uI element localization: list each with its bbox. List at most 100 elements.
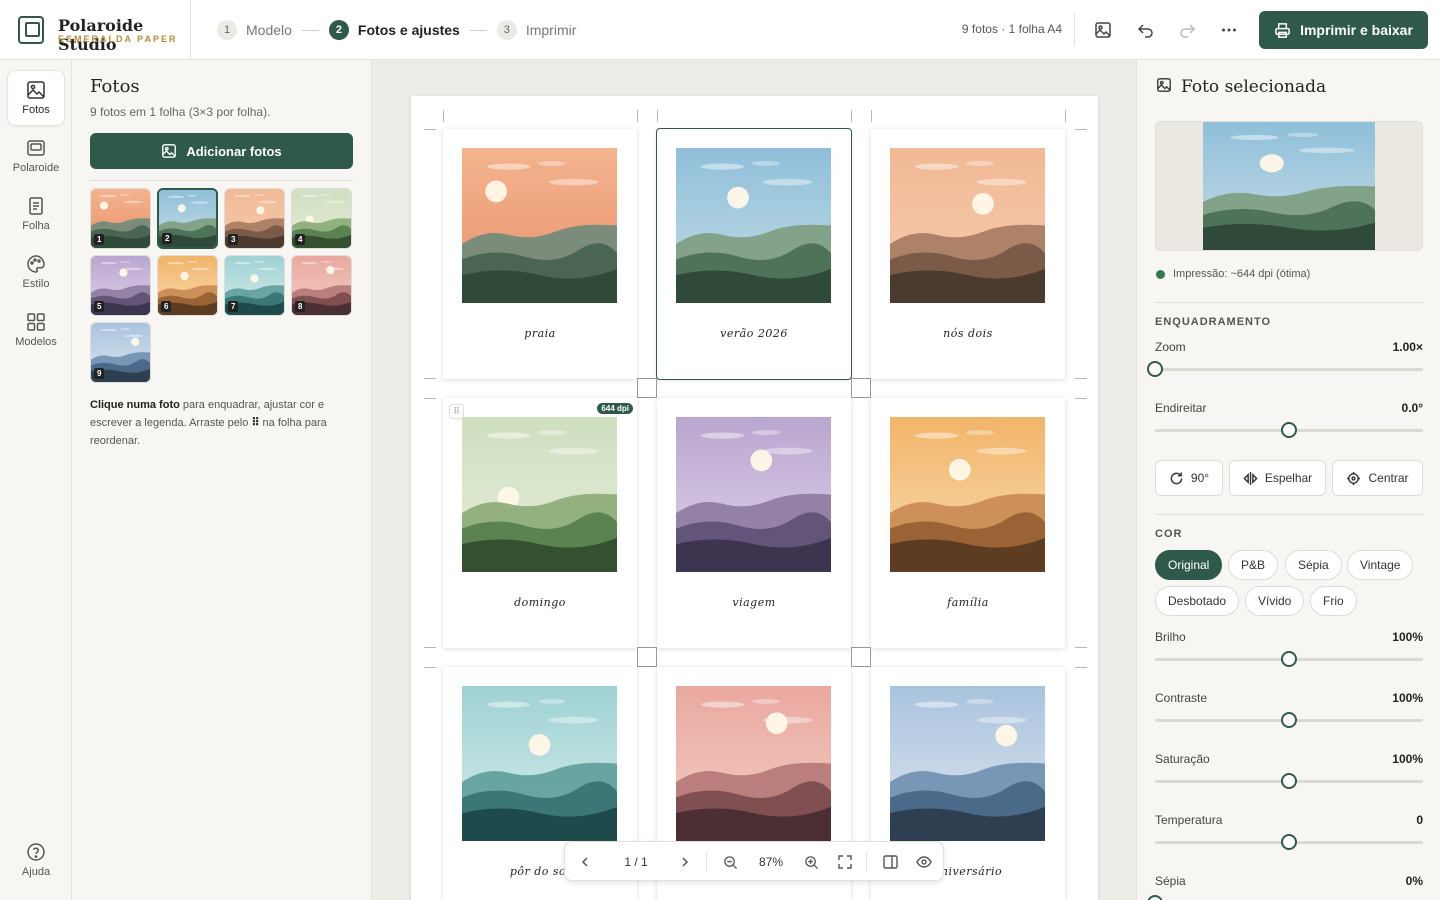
- rail-label: Ajuda: [21, 866, 51, 878]
- thumbnail-number: 8: [295, 301, 306, 312]
- crop-mark: [424, 129, 436, 130]
- crop-mark: [424, 398, 436, 399]
- thumbnail-number: 6: [161, 301, 172, 312]
- rail-modelos[interactable]: Modelos: [7, 302, 65, 358]
- toolbar-divider: [866, 852, 867, 872]
- rail-estilo[interactable]: Estilo: [7, 244, 65, 300]
- page-indicator: 1 / 1: [624, 855, 648, 869]
- slider-handle[interactable]: [1147, 895, 1163, 900]
- filter-chip[interactable]: Original: [1155, 550, 1223, 580]
- cut-corner-marker: [637, 647, 657, 667]
- rail-polaroide[interactable]: Polaroide: [7, 128, 65, 184]
- polaroid-card[interactable]: viagem: [657, 398, 851, 648]
- rail-folha[interactable]: Folha: [7, 186, 65, 242]
- polaroid-caption[interactable]: família: [871, 596, 1065, 609]
- polaroid-photo[interactable]: [890, 686, 1045, 841]
- polaroid-photo[interactable]: [676, 148, 831, 303]
- photo-thumbnail[interactable]: 8: [291, 255, 352, 316]
- rotate-button[interactable]: 90°: [1155, 460, 1223, 496]
- polaroid-card[interactable]: praia: [443, 129, 637, 379]
- filter-chip[interactable]: Vívido: [1245, 586, 1305, 616]
- more-icon[interactable]: [1218, 19, 1240, 41]
- step-divider: [301, 29, 319, 31]
- slider-handle[interactable]: [1281, 651, 1297, 667]
- hint-bold: Clique numa foto: [90, 399, 180, 411]
- polaroid-caption[interactable]: nós dois: [871, 327, 1065, 340]
- slider-value: 100%: [1392, 630, 1423, 644]
- center-button[interactable]: Centrar: [1332, 460, 1423, 496]
- step-fotos[interactable]: 2 Fotos e ajustes: [328, 20, 460, 40]
- selected-photo-preview: [1155, 121, 1423, 251]
- polaroid-caption[interactable]: domingo: [443, 596, 637, 609]
- polaroid-photo[interactable]: [890, 417, 1045, 572]
- rail-fotos[interactable]: Fotos: [7, 70, 65, 126]
- slider-handle[interactable]: [1281, 712, 1297, 728]
- polaroid-photo[interactable]: [462, 417, 617, 572]
- crop-mark: [871, 110, 872, 122]
- mirror-button[interactable]: Espelhar: [1229, 460, 1326, 496]
- photo-thumbnail[interactable]: 2: [157, 188, 218, 249]
- add-photos-button[interactable]: Adicionar fotos: [90, 133, 353, 169]
- fit-screen-icon[interactable]: [833, 851, 857, 873]
- polaroid-card[interactable]: nós dois: [871, 129, 1065, 379]
- step-imprimir[interactable]: 3 Imprimir: [496, 20, 576, 40]
- prev-page-icon[interactable]: [573, 851, 597, 873]
- crop-mark: [424, 647, 436, 648]
- polaroid-caption[interactable]: praia: [443, 327, 637, 340]
- section-divider: [1155, 514, 1423, 515]
- crosshair-icon: [1347, 471, 1361, 485]
- drag-handle-icon[interactable]: ⠿: [449, 404, 464, 419]
- toolbar-divider: [706, 852, 707, 872]
- filter-chip[interactable]: Desbotado: [1155, 586, 1240, 616]
- slider-track[interactable]: [1155, 368, 1423, 371]
- inspector-title: Foto selecionada: [1181, 77, 1327, 97]
- crop-mark: [637, 110, 638, 122]
- photo-thumbnail[interactable]: 7: [224, 255, 285, 316]
- redo-icon[interactable]: [1176, 19, 1198, 41]
- polaroid-photo[interactable]: [462, 686, 617, 841]
- polaroid-card[interactable]: verão 2026: [656, 128, 852, 380]
- slider-handle[interactable]: [1147, 361, 1163, 377]
- photo-thumbnail[interactable]: 3: [224, 188, 285, 249]
- photo-thumbnail[interactable]: 5: [90, 255, 151, 316]
- print-download-button[interactable]: Imprimir e baixar: [1259, 11, 1428, 49]
- slider-handle[interactable]: [1281, 834, 1297, 850]
- crop-mark: [424, 667, 436, 668]
- add-photos-label: Adicionar fotos: [186, 143, 282, 159]
- filter-chip[interactable]: Sépia: [1285, 550, 1342, 580]
- photo-thumbnail[interactable]: 6: [157, 255, 218, 316]
- cut-corner-marker: [637, 378, 657, 398]
- image-add-icon: [162, 144, 177, 158]
- polaroid-caption[interactable]: verão 2026: [657, 327, 851, 340]
- rail-ajuda[interactable]: Ajuda: [7, 832, 65, 888]
- photo-thumbnail[interactable]: 4: [291, 188, 352, 249]
- slider-handle[interactable]: [1281, 422, 1297, 438]
- top-bar: Polaroide Studio ESMERALDA PAPER 1 Modelo…: [0, 0, 1440, 60]
- preview-eye-icon[interactable]: [912, 851, 936, 873]
- step-modelo[interactable]: 1 Modelo: [217, 20, 292, 40]
- next-page-icon[interactable]: [673, 851, 697, 873]
- filter-chip[interactable]: P&B: [1228, 550, 1279, 580]
- zoom-in-icon[interactable]: [799, 851, 823, 873]
- polaroid-photo[interactable]: [676, 417, 831, 572]
- slider-handle[interactable]: [1281, 773, 1297, 789]
- image-icon[interactable]: [1092, 19, 1114, 41]
- step-divider: [469, 29, 487, 31]
- polaroid-card[interactable]: domingo ⠿ 644 dpi: [443, 398, 637, 648]
- polaroid-card[interactable]: família: [871, 398, 1065, 648]
- thumbnail-grid: 1 2 3 4 5 6 7 8 9: [90, 188, 355, 383]
- polaroid-caption[interactable]: viagem: [657, 596, 851, 609]
- photo-thumbnail[interactable]: 1: [90, 188, 151, 249]
- color-section-title: COR: [1155, 528, 1183, 540]
- filter-chip[interactable]: Frio: [1310, 586, 1357, 616]
- polaroid-photo[interactable]: [676, 686, 831, 841]
- slider-value: 1.00×: [1392, 340, 1423, 354]
- crop-mark: [1075, 647, 1087, 648]
- polaroid-photo[interactable]: [462, 148, 617, 303]
- split-view-icon[interactable]: [878, 851, 902, 873]
- zoom-out-icon[interactable]: [718, 851, 742, 873]
- filter-chip[interactable]: Vintage: [1347, 550, 1414, 580]
- photo-thumbnail[interactable]: 9: [90, 322, 151, 383]
- polaroid-photo[interactable]: [890, 148, 1045, 303]
- undo-icon[interactable]: [1135, 19, 1157, 41]
